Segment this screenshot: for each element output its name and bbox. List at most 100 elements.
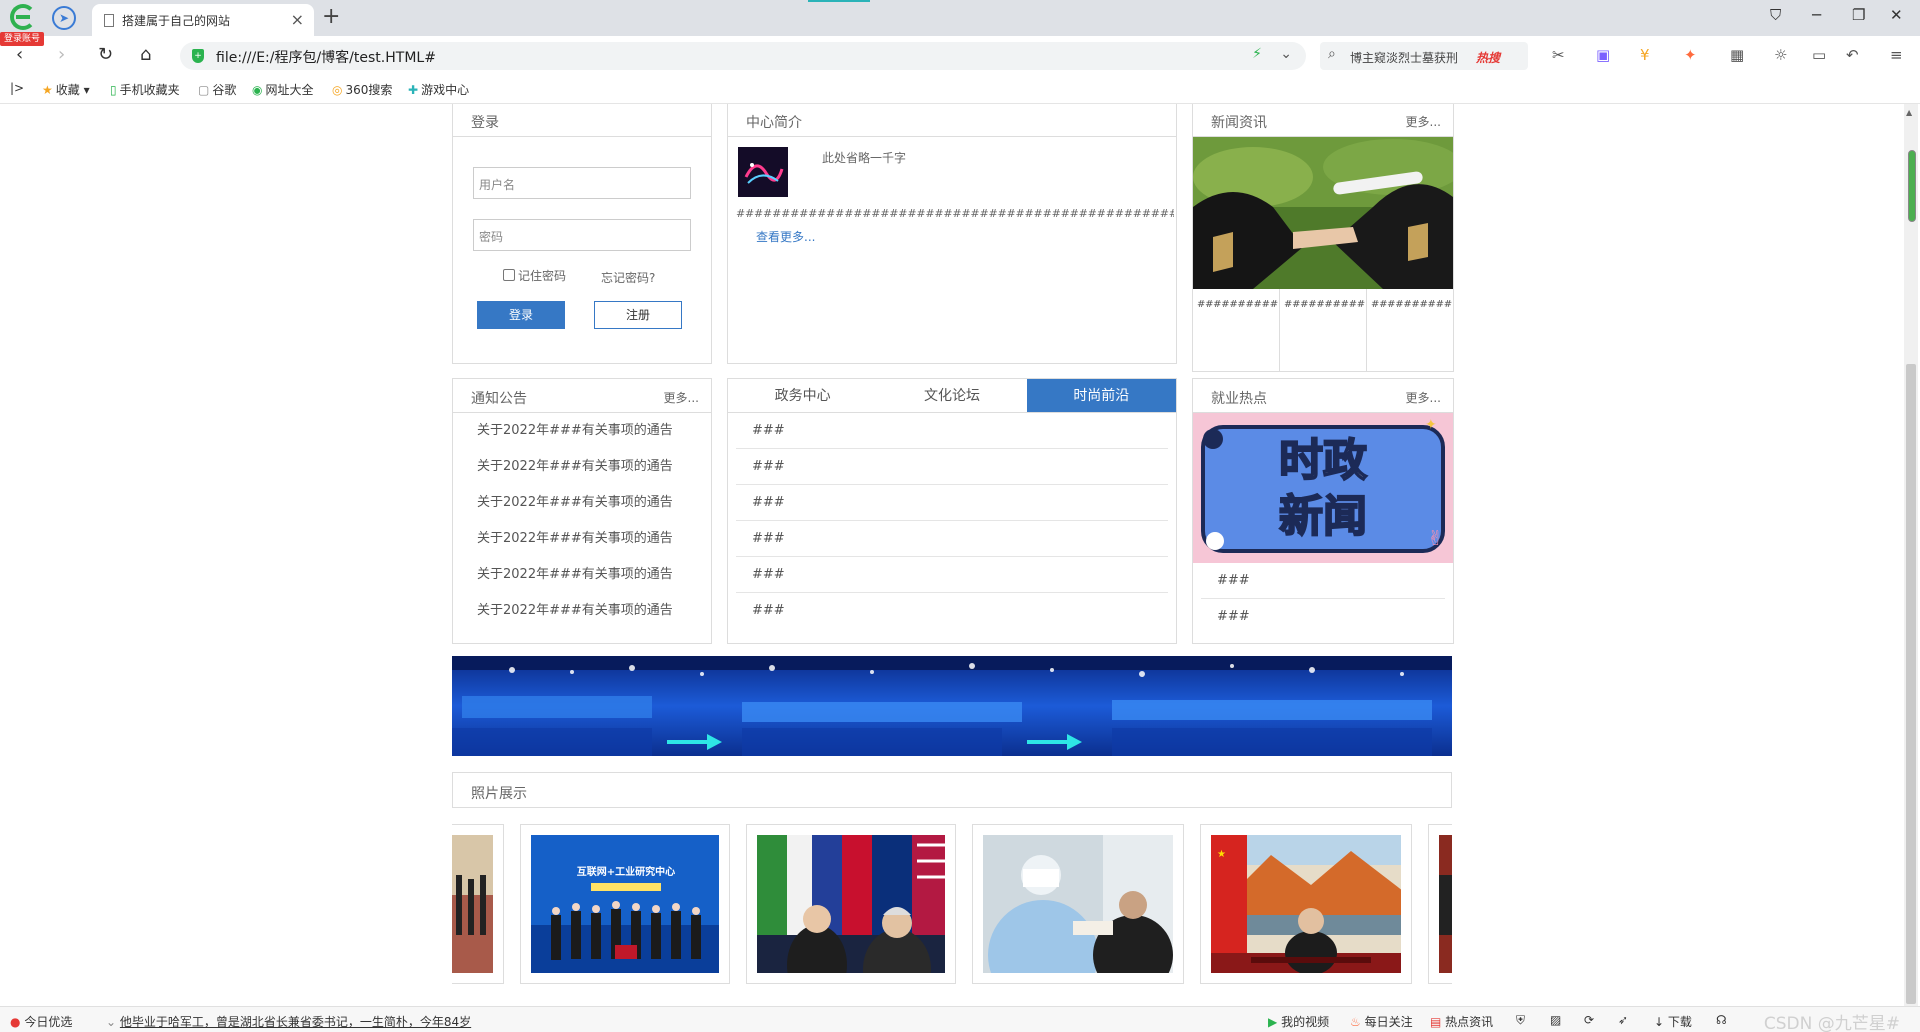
intro-header: 中心简介	[728, 104, 1176, 137]
news-cell[interactable]: ##########	[1193, 289, 1280, 371]
tab-gov-center[interactable]: 政务中心	[728, 379, 877, 412]
bookmark-mobile[interactable]: ▯ 手机收藏夹	[110, 81, 180, 98]
video-icon: ▶	[1268, 1015, 1278, 1029]
jobs-panel: 就业热点 更多... ✦ ✌ 时政 新闻 ### ###	[1192, 378, 1454, 644]
intro-panel: 中心简介 此处省略一千字 ###########################…	[727, 104, 1177, 364]
tab-close-icon[interactable]: ×	[291, 10, 304, 29]
tab-culture-forum[interactable]: 文化论坛	[877, 379, 1026, 412]
notice-item[interactable]: 关于2022年###有关事项的通告	[453, 557, 711, 593]
notices-more-link[interactable]: 更多...	[664, 389, 699, 406]
news-cell[interactable]: ##########	[1280, 289, 1367, 371]
address-bar[interactable]: + file:///E:/程序包/博客/test.HTML# ⚡ ⌄	[180, 42, 1306, 70]
reload-icon[interactable]: ↻	[98, 44, 113, 65]
browser-logo-icon[interactable]	[8, 4, 38, 34]
bookmark-google[interactable]: ▢ 谷歌	[198, 81, 236, 98]
list-item[interactable]: ###	[736, 485, 1168, 521]
photo-card[interactable]: 互联网+工业研究中心	[520, 824, 730, 984]
headline-link[interactable]: ⌄ 他毕业于哈军工，曾是湖北省长兼省委书记，一生简朴，今年84岁	[106, 1013, 471, 1030]
notice-item[interactable]: 关于2022年###有关事项的通告	[453, 413, 711, 449]
notice-item[interactable]: 关于2022年###有关事项的通告	[453, 593, 711, 629]
home-icon[interactable]: ⌂	[140, 44, 151, 65]
bookmark-games[interactable]: ✚ 游戏中心	[408, 81, 469, 98]
scrollbar-thumb[interactable]	[1906, 364, 1916, 1004]
photo-card[interactable]	[972, 824, 1184, 984]
star-icon: ★	[42, 83, 53, 97]
news-more-link[interactable]: 更多...	[1406, 113, 1441, 130]
new-tab-button[interactable]: +	[322, 4, 340, 29]
speed-mode-icon[interactable]: ⚡	[1252, 46, 1262, 62]
apps-grid-icon[interactable]: ▦	[1730, 46, 1744, 64]
chevron-down-icon[interactable]: ⌄	[1280, 46, 1292, 62]
notice-item[interactable]: 关于2022年###有关事项的通告	[453, 449, 711, 485]
news-header: 新闻资讯 更多...	[1193, 104, 1453, 137]
remember-checkbox[interactable]: 记住密码	[503, 267, 566, 284]
politics-news-image[interactable]: ✦ ✌ 时政 新闻	[1193, 413, 1453, 563]
game-icon[interactable]: ✦	[1684, 46, 1697, 64]
hot-news-link[interactable]: ▤ 热点资讯	[1430, 1013, 1493, 1030]
compass-icon[interactable]: ➤	[52, 6, 76, 30]
url-text[interactable]: file:///E:/程序包/博客/test.HTML#	[216, 47, 436, 67]
tab-fashion[interactable]: 时尚前沿	[1026, 379, 1176, 412]
back-icon[interactable]: ‹	[16, 44, 23, 65]
list-item[interactable]: ###	[736, 521, 1168, 557]
menu-icon[interactable]: ≡	[1890, 46, 1903, 64]
image-icon[interactable]: ▨	[1550, 1013, 1561, 1027]
rocket-icon[interactable]: ➶	[1618, 1013, 1628, 1027]
close-window-icon[interactable]: ✕	[1890, 6, 1903, 24]
undo-icon[interactable]: ↶	[1846, 46, 1859, 64]
list-item[interactable]: ###	[1201, 563, 1445, 599]
list-item[interactable]: ###	[736, 413, 1168, 449]
my-video-link[interactable]: ▶ 我的视频	[1268, 1013, 1329, 1030]
shirt-skin-icon[interactable]: ⛉	[1770, 6, 1781, 24]
photos-title: 照片展示	[471, 786, 527, 802]
search-query[interactable]: 博主窥淡烈士墓获刑	[1350, 49, 1458, 66]
news-image[interactable]	[1193, 137, 1453, 289]
hot-search-label[interactable]: 热搜	[1476, 49, 1500, 66]
daily-focus-link[interactable]: ♨ 每日关注	[1350, 1013, 1413, 1030]
jobs-more-link[interactable]: 更多...	[1406, 389, 1441, 406]
bookmark-favorites[interactable]: ★ 收藏 ▾	[42, 81, 90, 98]
translate-icon[interactable]: ▣	[1596, 46, 1610, 64]
photo-card[interactable]	[452, 824, 504, 984]
tech-banner-image[interactable]	[452, 656, 1452, 756]
scroll-up-icon[interactable]: ▲	[1906, 108, 1912, 117]
refresh-icon[interactable]: ⟳	[1584, 1013, 1594, 1027]
news-cell[interactable]: ##########	[1367, 289, 1453, 371]
forward-icon[interactable]: ›	[58, 44, 65, 65]
list-item[interactable]: ###	[736, 593, 1168, 629]
bookmark-hao[interactable]: ◉ 网址大全	[252, 81, 314, 98]
list-item[interactable]: ###	[736, 557, 1168, 593]
tab-title: 搭建属于自己的网站	[122, 14, 231, 28]
scissors-icon[interactable]: ✂	[1552, 46, 1565, 64]
password-input[interactable]: 密码	[473, 219, 691, 251]
list-item[interactable]: ###	[736, 449, 1168, 485]
notice-item[interactable]: 关于2022年###有关事项的通告	[453, 521, 711, 557]
forgot-password-link[interactable]: 忘记密码?	[601, 269, 655, 286]
restore-icon[interactable]: ❐	[1852, 6, 1865, 24]
minimize-icon[interactable]: ─	[1812, 6, 1821, 24]
browser-tab[interactable]: 搭建属于自己的网站 ×	[92, 4, 314, 36]
login-button[interactable]: 登录	[477, 301, 565, 329]
view-more-link[interactable]: 查看更多...	[756, 228, 815, 245]
shield-status-icon[interactable]: ⛨	[1516, 1013, 1525, 1028]
bookmark-360[interactable]: ◎ 360搜索	[332, 81, 392, 98]
list-item[interactable]: ###	[1201, 599, 1445, 635]
today-picks[interactable]: ● 今日优选	[10, 1013, 72, 1030]
notice-item[interactable]: 关于2022年###有关事项的通告	[453, 485, 711, 521]
search-box[interactable]: ⌕ 博主窥淡烈士墓获刑 热搜	[1320, 42, 1528, 70]
login-account-badge[interactable]: 登录账号	[0, 32, 44, 46]
photo-card[interactable]	[746, 824, 956, 984]
tab-headers: 政务中心 文化论坛 时尚前沿	[728, 379, 1176, 413]
photo-card[interactable]: ★	[1200, 824, 1412, 984]
username-input[interactable]: 用户名	[473, 167, 691, 199]
photos-header: 照片展示	[452, 772, 1452, 808]
brightness-icon[interactable]: ☼	[1774, 46, 1787, 64]
photo-card[interactable]	[1428, 824, 1452, 984]
headset-icon[interactable]: ☊	[1716, 1013, 1727, 1027]
page-scrollbar[interactable]: ▲	[1904, 104, 1918, 1006]
battery-icon[interactable]: ▭	[1812, 46, 1826, 64]
download-link[interactable]: ↓ 下载	[1654, 1013, 1692, 1030]
register-button[interactable]: 注册	[594, 301, 682, 329]
coupon-icon[interactable]: ¥	[1640, 46, 1650, 64]
sidebar-toggle-icon[interactable]: |>	[10, 81, 24, 95]
